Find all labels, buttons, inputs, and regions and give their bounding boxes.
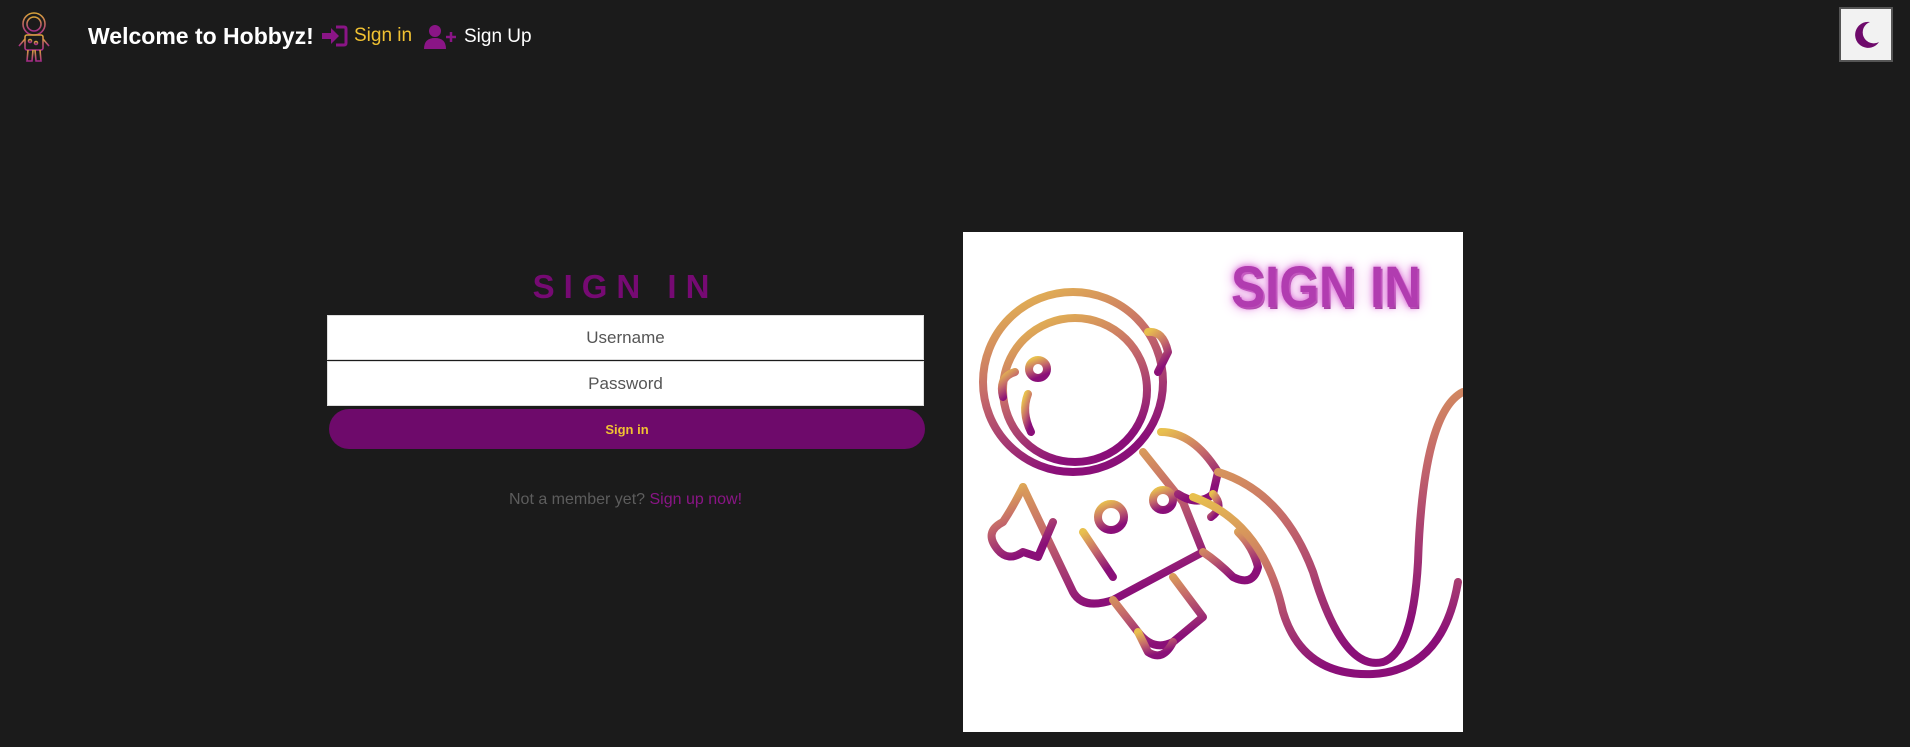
- nav-sign-in-label: Sign in: [354, 25, 413, 46]
- theme-toggle-button[interactable]: [1839, 7, 1893, 62]
- astronaut-logo-icon[interactable]: [14, 10, 54, 64]
- sign-in-icon: [322, 25, 348, 47]
- member-text: Not a member yet?: [508, 491, 646, 508]
- sign-up-now-link[interactable]: Sign up now!: [650, 491, 743, 508]
- sign-in-button[interactable]: Sign in: [329, 409, 925, 449]
- user-plus-icon: [424, 25, 456, 49]
- brand-title: Welcome to Hobbyz!: [88, 23, 314, 49]
- nav-sign-up-label: Sign Up: [464, 26, 532, 47]
- password-input[interactable]: [327, 361, 924, 406]
- nav-sign-in-link[interactable]: Sign in: [320, 24, 412, 48]
- username-input[interactable]: [327, 315, 924, 360]
- nav-sign-up-link[interactable]: Sign Up: [424, 24, 532, 50]
- hero-sign-in-text: SIGN IN: [1231, 255, 1422, 320]
- signup-prompt: Not a member yet? Sign up now!: [327, 491, 924, 509]
- moon-icon: [1855, 21, 1879, 48]
- sign-in-heading: SIGN IN: [532, 268, 719, 305]
- hero-illustration: SIGN IN: [963, 232, 1463, 732]
